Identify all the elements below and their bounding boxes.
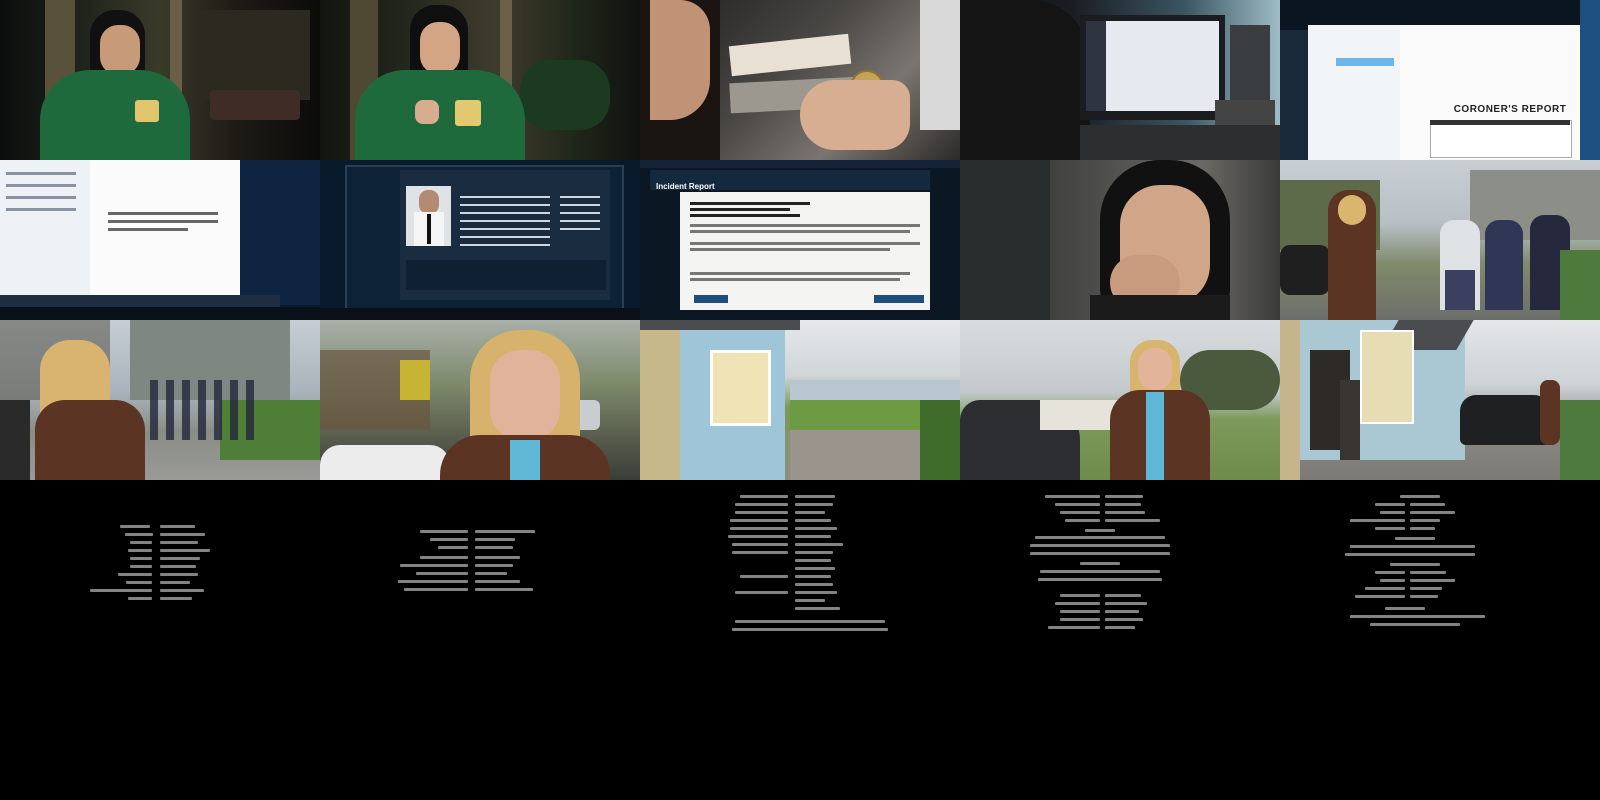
incident-report-heading: Incident Report	[656, 182, 715, 191]
credits-column-4	[960, 490, 1280, 690]
credits-column-3	[640, 490, 960, 690]
frame-woman-school-path	[0, 320, 320, 480]
frame-woman-hand-mouth	[960, 160, 1280, 320]
frame-grid: CORONER'S REPORT Incident Report	[0, 0, 1600, 480]
frame-police-record-screen	[320, 160, 640, 320]
frame-girl-phone-lit	[320, 0, 640, 160]
frame-woman-by-car	[960, 320, 1280, 480]
coroners-report-heading: CORONER'S REPORT	[1453, 104, 1567, 115]
frame-computer-monitor	[960, 0, 1280, 160]
frame-girl-phone-night	[0, 0, 320, 160]
frame-schoolgirls-walking	[1280, 160, 1600, 320]
credits-column-1	[0, 490, 320, 690]
credits-column-5	[1280, 490, 1600, 690]
frame-cottage-car	[1280, 320, 1600, 480]
end-credits	[0, 480, 1600, 800]
frame-woman-closeup	[320, 320, 640, 480]
credits-column-2	[320, 490, 640, 690]
frame-coin-desk	[640, 0, 960, 160]
frame-cottage-seaview	[640, 320, 960, 480]
frame-coroners-report-screen: CORONER'S REPORT	[1280, 0, 1600, 160]
frame-email-screen	[0, 160, 320, 320]
frame-incident-report-screen: Incident Report	[640, 160, 960, 320]
